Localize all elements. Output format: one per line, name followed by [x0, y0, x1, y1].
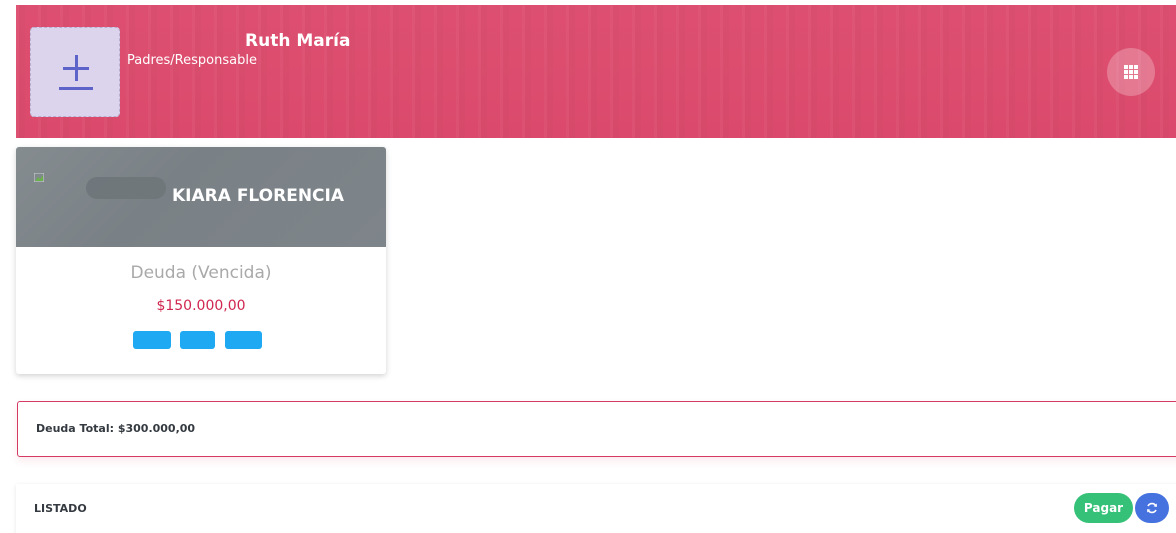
student-action-button-2[interactable]: [180, 331, 215, 349]
listing-panel: LISTADO Pagar: [16, 484, 1176, 533]
listing-title: LISTADO: [34, 502, 87, 515]
student-photo: [86, 177, 166, 199]
user-name: Ruth María: [245, 31, 351, 51]
refresh-button[interactable]: [1135, 493, 1169, 523]
broken-image-icon: [34, 173, 44, 182]
apps-grid-icon: [1124, 65, 1138, 79]
total-debt-text: Deuda Total: $300.000,00: [36, 422, 196, 435]
debt-amount: $150.000,00: [156, 298, 246, 314]
student-name: KIARA FLORENCIA: [172, 186, 345, 206]
profile-header: Ruth María Padres/Responsable: [16, 5, 1176, 138]
add-photo-icon: [59, 53, 93, 90]
debt-label: Deuda (Vencida): [130, 263, 272, 283]
user-role: Padres/Responsable: [127, 53, 257, 68]
student-card: KIARA FLORENCIA Deuda (Vencida) $150.000…: [16, 147, 386, 374]
apps-menu-button[interactable]: [1107, 48, 1155, 96]
refresh-icon: [1147, 502, 1157, 514]
total-debt-box: Deuda Total: $300.000,00: [17, 401, 1176, 457]
pay-button[interactable]: Pagar: [1074, 493, 1133, 523]
student-action-button-3[interactable]: [225, 331, 262, 349]
student-action-button-1[interactable]: [133, 331, 171, 349]
student-card-banner: KIARA FLORENCIA: [16, 147, 386, 247]
avatar-upload-button[interactable]: [30, 27, 120, 117]
